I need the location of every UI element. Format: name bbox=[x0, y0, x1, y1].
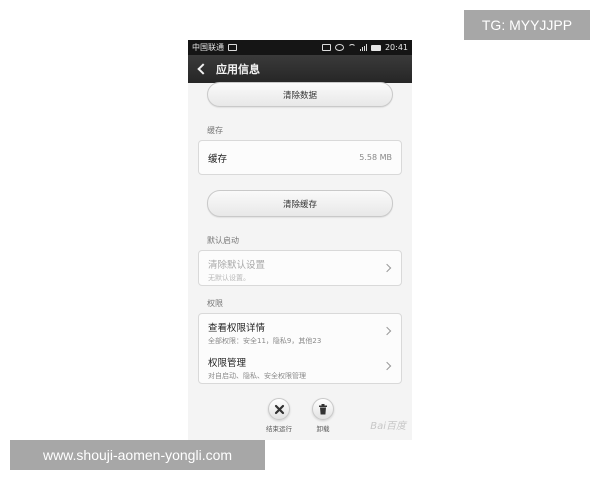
back-icon[interactable] bbox=[197, 63, 209, 75]
permissions-card: 查看权限详情 全部权限：安全11，隐私9，其他23 权限管理 对自启动、隐私、安… bbox=[198, 313, 402, 384]
close-icon bbox=[268, 398, 290, 420]
app-info-content: 清除数据 缓存 缓存 5.58 MB 清除缓存 默认启动 清除默认设置 无默认设… bbox=[188, 82, 412, 440]
cache-section-label: 缓存 bbox=[207, 126, 223, 135]
permission-management-title: 权限管理 bbox=[208, 358, 247, 369]
force-stop-button[interactable]: 结束运行 bbox=[266, 398, 292, 440]
permissions-section-label: 权限 bbox=[207, 299, 223, 308]
default-launch-card: 清除默认设置 无默认设置。 bbox=[198, 250, 402, 286]
wifi-icon bbox=[347, 43, 356, 52]
url-badge: www.shouji-aomen-yongli.com bbox=[10, 440, 265, 470]
battery-icon bbox=[370, 44, 381, 51]
uninstall-label: 卸载 bbox=[316, 425, 330, 433]
image-notification-icon bbox=[228, 44, 237, 51]
trash-icon bbox=[312, 398, 334, 420]
permission-management-row[interactable]: 权限管理 对自启动、隐私、安全权限管理 bbox=[199, 349, 401, 384]
alarm-icon bbox=[334, 44, 344, 51]
force-stop-label: 结束运行 bbox=[266, 425, 292, 433]
cache-card: 缓存 5.58 MB bbox=[198, 140, 402, 175]
clear-data-button[interactable]: 清除数据 bbox=[207, 82, 393, 107]
permission-management-subtitle: 对自启动、隐私、安全权限管理 bbox=[208, 372, 306, 380]
cache-size-value: 5.58 MB bbox=[359, 153, 392, 162]
title-bar: 应用信息 bbox=[188, 55, 412, 83]
tg-badge: TG: MYYJJPP bbox=[464, 10, 590, 40]
clear-defaults-subtitle: 无默认设置。 bbox=[208, 274, 250, 282]
clear-defaults-title: 清除默认设置 bbox=[208, 260, 266, 271]
carrier-name: 中国联通 bbox=[192, 43, 224, 52]
clear-cache-button[interactable]: 清除缓存 bbox=[207, 190, 393, 217]
permission-summary: 全部权限：安全11，隐私9，其他23 bbox=[208, 337, 322, 345]
status-time: 20:41 bbox=[384, 43, 408, 52]
default-launch-section-label: 默认启动 bbox=[207, 236, 239, 245]
view-permission-details-row[interactable]: 查看权限详情 全部权限：安全11，隐私9，其他23 bbox=[199, 314, 401, 349]
phone-screen: 中国联通 20:41 应用信息 清除数据 缓存 缓存 5.58 MB 清除缓存 bbox=[188, 40, 412, 440]
cache-row: 缓存 5.58 MB bbox=[199, 141, 401, 176]
status-bar: 中国联通 20:41 bbox=[188, 40, 412, 55]
signal-icon bbox=[359, 44, 367, 51]
page-title: 应用信息 bbox=[216, 63, 260, 76]
uninstall-button[interactable]: 卸载 bbox=[312, 398, 334, 440]
baidu-watermark: Bai百度 bbox=[370, 421, 406, 432]
view-permission-details-title: 查看权限详情 bbox=[208, 323, 266, 334]
clear-defaults-row[interactable]: 清除默认设置 无默认设置。 bbox=[199, 251, 401, 286]
mute-icon bbox=[321, 44, 331, 51]
